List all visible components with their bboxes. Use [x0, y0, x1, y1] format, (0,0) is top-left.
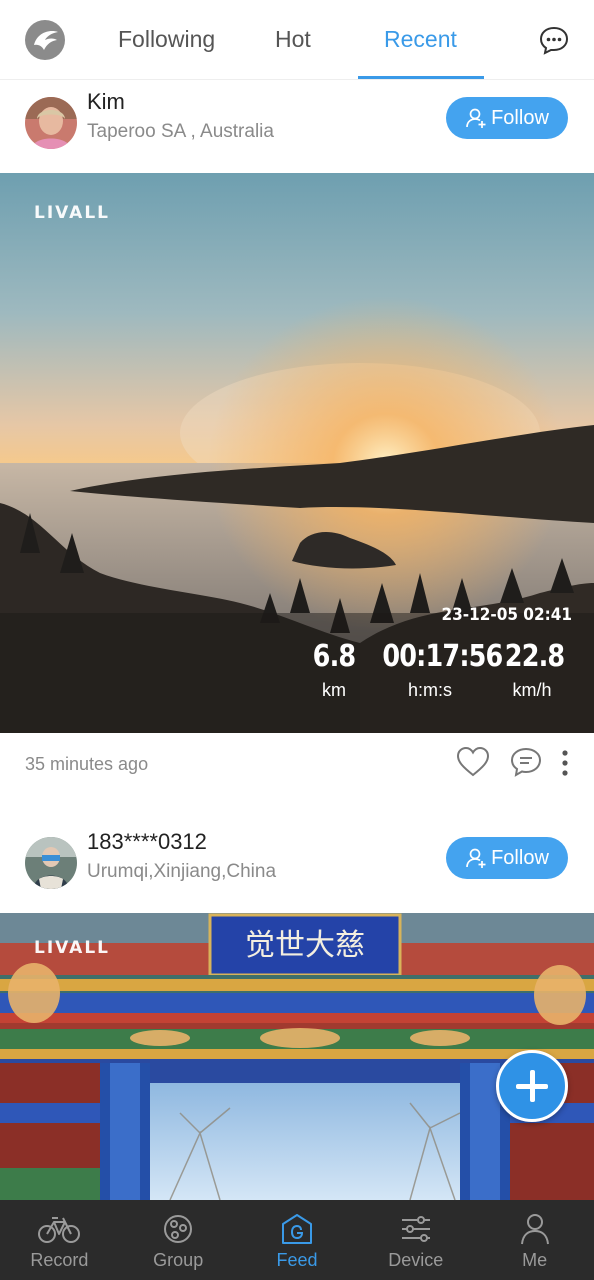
add-post-button[interactable] [496, 1050, 568, 1122]
add-person-icon [466, 108, 486, 128]
person-icon [520, 1214, 549, 1245]
follow-button-label: Follow [491, 846, 549, 869]
nav-record-label: Record [30, 1250, 89, 1270]
duration-value: 00:17:56 [382, 639, 503, 674]
tab-recent[interactable]: Recent [384, 26, 457, 53]
tab-hot[interactable]: Hot [275, 26, 311, 53]
user-name[interactable]: 183****0312 [87, 829, 207, 855]
livall-watermark: LIVALL [34, 203, 110, 223]
avatar[interactable] [25, 837, 77, 889]
feed-icon [281, 1214, 312, 1244]
user-location: Urumqi,Xinjiang,China [87, 861, 277, 882]
nav-record[interactable]: Record [0, 1200, 119, 1280]
more-options-icon[interactable] [558, 749, 572, 777]
post-footer: 35 minutes ago [0, 733, 594, 833]
user-location: Taperoo SA , Australia [87, 121, 274, 142]
heart-icon[interactable] [456, 746, 490, 778]
nav-me[interactable]: Me [475, 1200, 594, 1280]
speed-value: 22.8 [504, 639, 565, 674]
chat-bubble-icon[interactable] [538, 24, 570, 56]
nav-group-label: Group [153, 1250, 204, 1270]
tab-following[interactable]: Following [118, 26, 215, 53]
active-tab-indicator [358, 76, 484, 79]
duration-stat: 00:17:56 h:m:s [374, 639, 503, 701]
speed-unit: km/h [512, 680, 552, 700]
speed-stat: 22.8 km/h [500, 639, 565, 701]
bottom-nav: Record Group Feed Device Me [0, 1200, 594, 1280]
nav-feed-label: Feed [276, 1250, 318, 1270]
top-bar: Following Hot Recent [0, 0, 594, 80]
distance-value: 6.8 [312, 639, 356, 674]
distance-unit: km [322, 680, 346, 700]
livall-watermark: LIVALL [34, 938, 110, 958]
add-person-icon [466, 848, 486, 868]
follow-button[interactable]: Follow [446, 837, 568, 879]
nav-me-label: Me [522, 1250, 548, 1270]
follow-button[interactable]: Follow [446, 97, 568, 139]
ride-datetime: 23-12-05 02:41 [441, 605, 572, 625]
nav-feed[interactable]: Feed [238, 1200, 357, 1280]
ride-photo[interactable]: 觉世大慈 LIVALL [0, 913, 594, 1200]
nav-group[interactable]: Group [119, 1200, 238, 1280]
bicycle-icon [38, 1217, 81, 1243]
nav-device-label: Device [388, 1250, 444, 1270]
post-time: 35 minutes ago [25, 754, 149, 774]
ride-photo[interactable]: LIVALL 23-12-05 02:41 6.8 km 00:17:56 h:… [0, 173, 594, 733]
gate-sign-text: 觉世大慈 [245, 928, 365, 963]
sliders-icon [401, 1216, 430, 1242]
livall-logo-icon[interactable] [25, 20, 65, 60]
distance-stat: 6.8 km [306, 639, 362, 701]
group-icon [164, 1215, 193, 1243]
avatar[interactable] [25, 97, 77, 149]
follow-button-label: Follow [491, 106, 549, 129]
comment-icon[interactable] [510, 747, 542, 777]
post-header: 183****0312 Urumqi,Xinjiang,China Follow [0, 821, 594, 913]
nav-device[interactable]: Device [356, 1200, 475, 1280]
user-name[interactable]: Kim [87, 89, 125, 115]
post-header: Kim Taperoo SA , Australia Follow [0, 81, 594, 173]
duration-unit: h:m:s [407, 680, 452, 700]
